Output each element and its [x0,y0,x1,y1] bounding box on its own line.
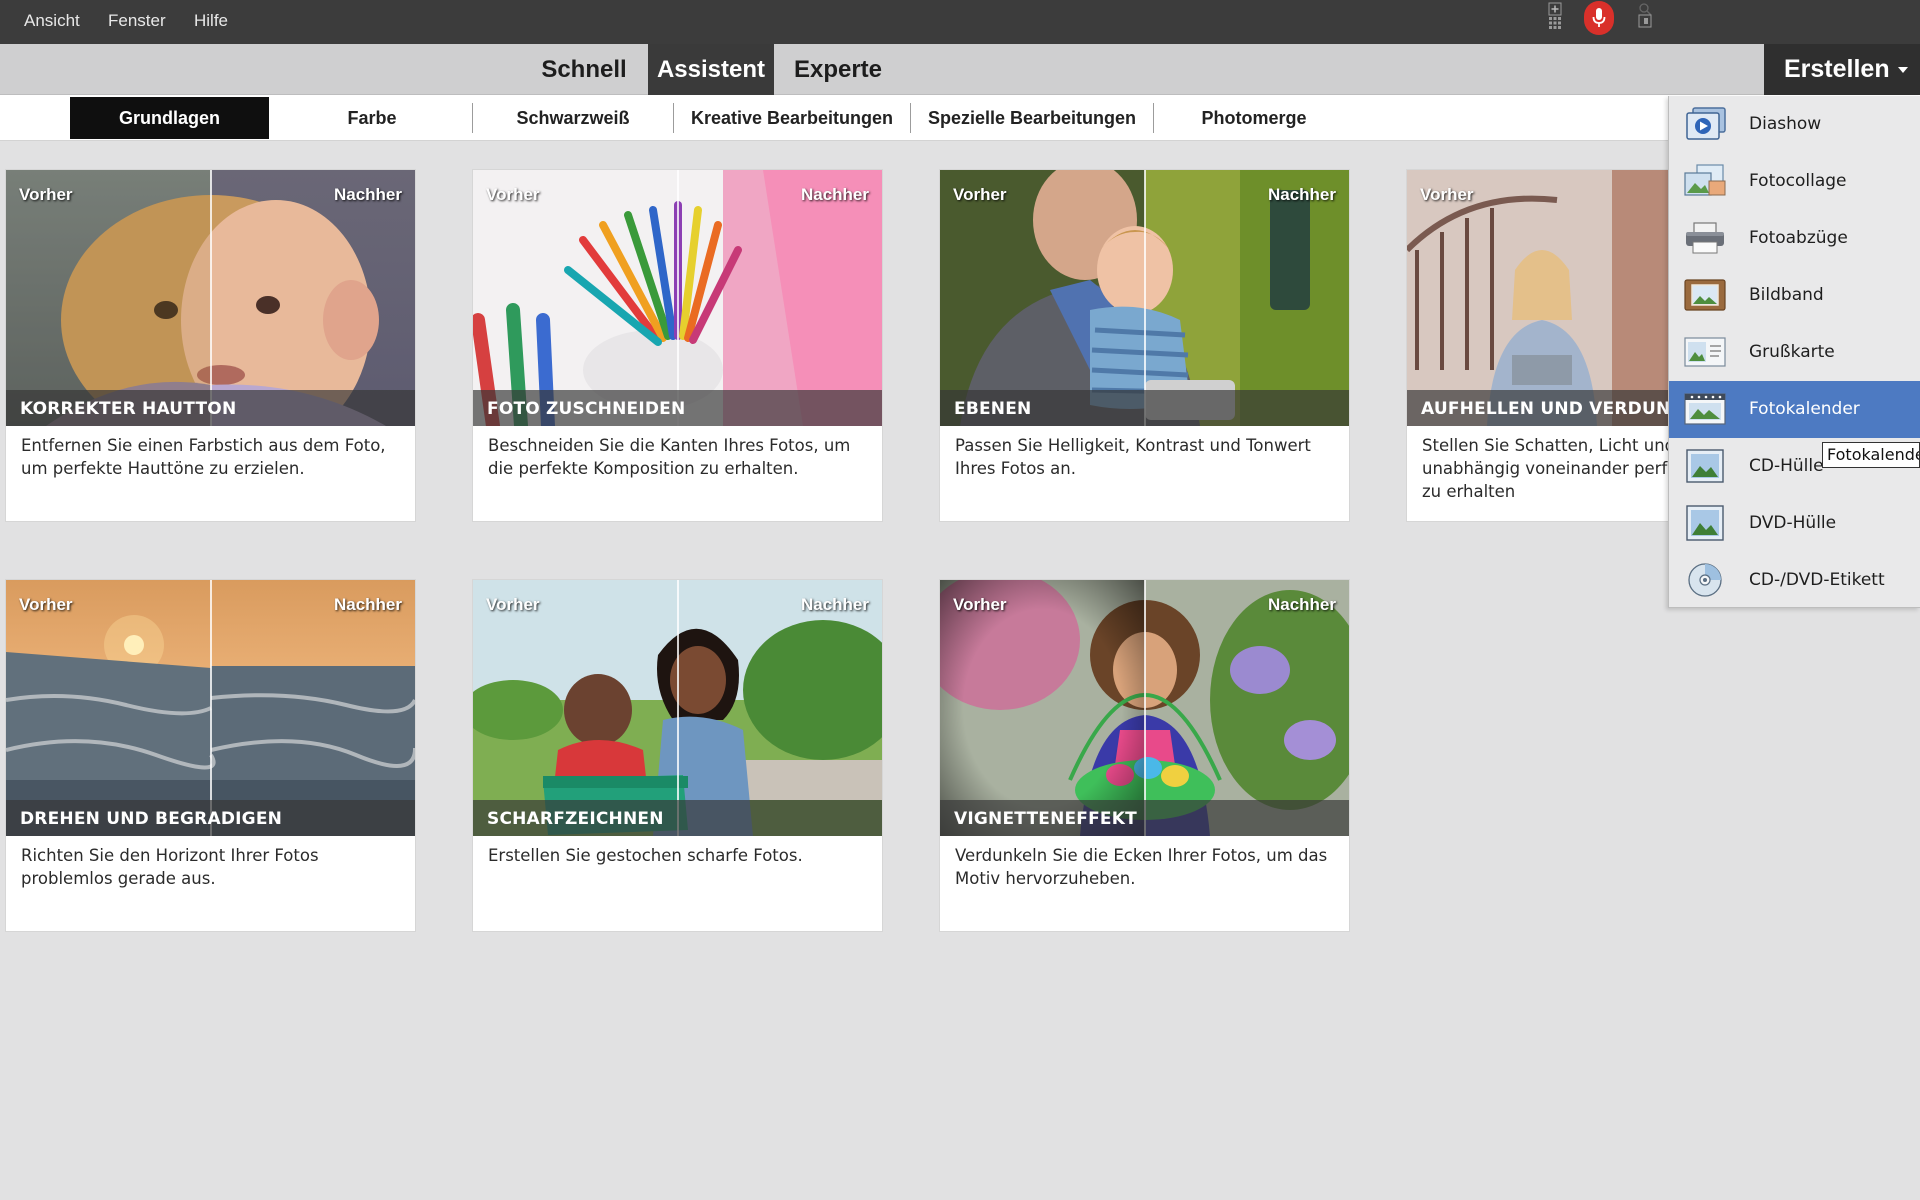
guided-edit-card[interactable]: Vorher Nachher EBENEN Passen Sie Helligk… [939,169,1350,522]
photo-collage-icon [1684,164,1726,196]
microphone-button[interactable] [1584,1,1614,35]
guided-edit-card[interactable]: Vorher Nachher SCHARFZEICHNEN Erstellen … [472,579,883,932]
after-label: Nachher [333,595,402,614]
tooltip: Fotokalende [1822,442,1920,468]
microphone-icon [1592,8,1606,27]
category-bar: Grundlagen Farbe Schwarzweiß Kreative Be… [0,95,1920,141]
before-label: Vorher [1420,185,1474,204]
card-description: Beschneiden Sie die Kanten Ihres Fotos, … [488,436,851,478]
create-dropdown-menu: Diashow Fotocollage Fotoabzüge Bildband … [1668,96,1920,608]
chevron-down-icon [1898,67,1908,73]
create-menu-item-fotokalender[interactable]: Fotokalender [1669,381,1920,438]
card-title: EBENEN [940,390,1349,426]
before-after-divider[interactable] [210,580,212,836]
card-image: Vorher Nachher FOTO ZUSCHNEIDEN [473,170,882,426]
create-menu-item-dvd-huelle[interactable]: DVD-Hülle [1669,495,1920,552]
disc-label-icon [1688,563,1722,597]
before-label: Vorher [486,185,540,204]
after-label: Nachher [1267,595,1336,614]
guided-edit-card[interactable]: Vorher Nachher VIGNETTENEFFEKT Verdunkel… [939,579,1350,932]
app-window: Ansicht Fenster Hilfe Schnell Assistent … [0,0,1920,1200]
create-button-label: Erstellen [1784,55,1890,83]
after-label: Nachher [333,185,402,204]
dvd-jacket-icon [1686,505,1724,541]
guided-edit-card[interactable]: Vorher Nachher FOTO ZUSCHNEIDEN Beschnei… [472,169,883,522]
before-label: Vorher [953,185,1007,204]
create-menu-label: Grußkarte [1749,342,1835,362]
mode-bar: Schnell Assistent Experte [0,44,1920,95]
tab-spezielle-bearbeitungen[interactable]: Spezielle Bearbeitungen [911,97,1153,139]
card-description: Erstellen Sie gestochen scharfe Fotos. [488,846,803,865]
before-after-divider[interactable] [677,580,679,836]
add-icon[interactable] [1548,2,1562,16]
create-menu-label: Bildband [1749,285,1824,305]
photo-book-icon [1684,279,1726,311]
create-menu-label: Fotokalender [1749,399,1860,419]
card-image: Vorher Nachher VIGNETTENEFFEKT [940,580,1349,836]
panel-icon[interactable] [1638,14,1652,28]
tab-grundlagen[interactable]: Grundlagen [70,97,269,139]
before-after-divider[interactable] [1144,580,1146,836]
before-label: Vorher [19,595,73,614]
card-image: Vorher Nachher KORREKTER HAUTTON [6,170,415,426]
create-menu-label: DVD-Hülle [1749,513,1837,533]
create-menu-item-fotocollage[interactable]: Fotocollage [1669,153,1920,210]
menu-bar: Ansicht Fenster Hilfe [0,0,1920,44]
create-menu-item-grusskarte[interactable]: Grußkarte [1669,324,1920,381]
tab-kreative-bearbeitungen[interactable]: Kreative Bearbeitungen [674,97,910,139]
before-label: Vorher [486,595,540,614]
slideshow-icon [1686,107,1726,140]
menu-ansicht[interactable]: Ansicht [24,8,80,34]
calendar-icon [1684,393,1726,425]
card-description: Verdunkeln Sie die Ecken Ihrer Fotos, um… [955,846,1328,888]
tab-farbe[interactable]: Farbe [272,97,472,139]
cd-jacket-icon [1686,449,1724,483]
create-menu-item-bildband[interactable]: Bildband [1669,267,1920,324]
after-label: Nachher [800,595,869,614]
card-image: Vorher Nachher DREHEN UND BEGRADIGEN [6,580,415,836]
card-title: DREHEN UND BEGRADIGEN [6,800,415,836]
card-description: Entfernen Sie einen Farbstich aus dem Fo… [21,436,386,478]
guided-edit-card[interactable]: Vorher Nachher KORREKTER HAUTTON Entfern… [5,169,416,522]
guided-edit-card[interactable]: Vorher Nachher DREHEN UND BEGRADIGEN Ric… [5,579,416,932]
before-after-divider[interactable] [1144,170,1146,426]
tab-assistent[interactable]: Assistent [648,44,774,95]
card-title: FOTO ZUSCHNEIDEN [473,390,882,426]
create-button[interactable]: Erstellen [1764,44,1920,95]
create-menu-label: Diashow [1749,114,1822,134]
before-after-divider[interactable] [210,170,212,426]
tab-schnell[interactable]: Schnell [528,44,640,95]
create-menu-item-fotoabzuege[interactable]: Fotoabzüge [1669,210,1920,267]
menu-hilfe[interactable]: Hilfe [194,8,228,34]
create-menu-item-cd-dvd-etikett[interactable]: CD-/DVD-Etikett [1669,552,1920,609]
before-label: Vorher [19,185,73,204]
card-title: KORREKTER HAUTTON [6,390,415,426]
card-description: Passen Sie Helligkeit, Kontrast und Tonw… [955,436,1311,478]
card-title: SCHARFZEICHNEN [473,800,882,836]
after-label: Nachher [800,185,869,204]
tab-experte[interactable]: Experte [780,44,896,95]
after-label: Nachher [1267,185,1336,204]
greeting-card-icon [1684,337,1726,367]
create-menu-label: CD-/DVD-Etikett [1749,570,1885,590]
card-image: Vorher Nachher EBENEN [940,170,1349,426]
tab-photomerge[interactable]: Photomerge [1154,97,1354,139]
menu-fenster[interactable]: Fenster [108,8,166,34]
card-title: VIGNETTENEFFEKT [940,800,1349,836]
tab-schwarzweiss[interactable]: Schwarzweiß [473,97,673,139]
card-image: Vorher Nachher SCHARFZEICHNEN [473,580,882,836]
card-description: Richten Sie den Horizont Ihrer Fotos pro… [21,846,319,888]
grid-icon[interactable] [1548,16,1562,30]
create-menu-item-diashow[interactable]: Diashow [1669,96,1920,153]
printer-icon [1686,222,1724,254]
create-menu-label: Fotoabzüge [1749,228,1848,248]
create-menu-label: CD-Hülle [1749,456,1824,476]
before-label: Vorher [953,595,1007,614]
create-menu-label: Fotocollage [1749,171,1847,191]
before-after-divider[interactable] [677,170,679,426]
